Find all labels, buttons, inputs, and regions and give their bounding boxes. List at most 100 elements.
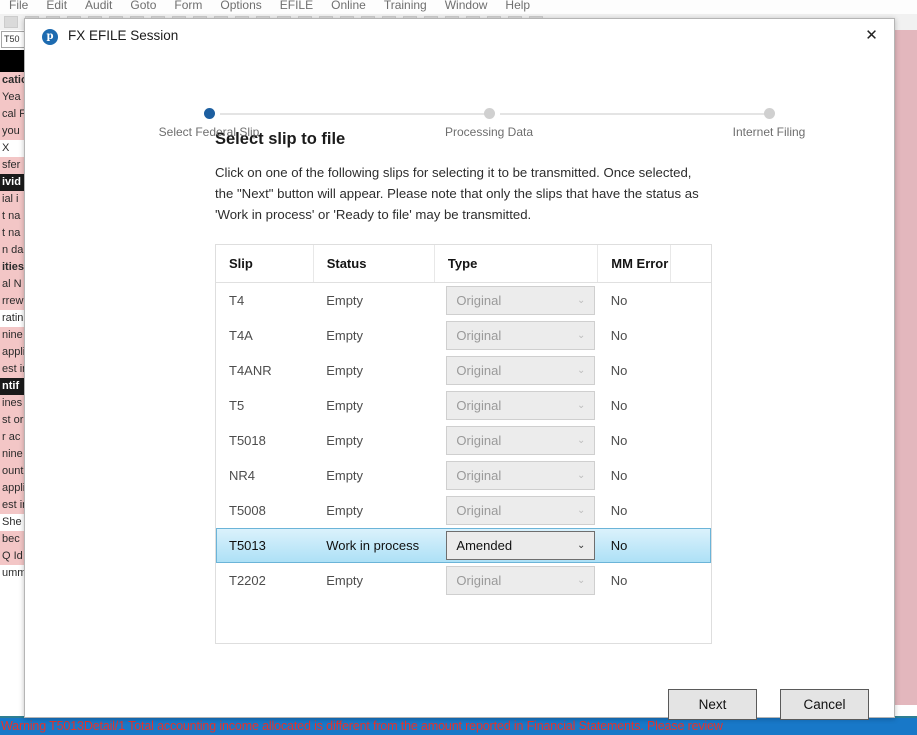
left-form-row: al N [0, 276, 27, 293]
type-dropdown-value: Original [456, 573, 502, 588]
left-form-row: appli [0, 480, 27, 497]
step-dot-2 [483, 108, 495, 119]
menu-item-form[interactable]: Form [165, 0, 211, 11]
menu-item-training[interactable]: Training [375, 0, 436, 11]
instructions-text: Click on one of the following slips for … [215, 165, 699, 222]
cell-type: Original ⌄ [434, 563, 597, 598]
cell-type: Original ⌄ [434, 283, 597, 319]
menu-item-window[interactable]: Window [436, 0, 497, 11]
chevron-down-icon: ⌄ [577, 470, 586, 481]
table-row[interactable]: T5018 Empty Original ⌄ No [216, 423, 711, 458]
type-dropdown-value: Original [456, 293, 502, 308]
chevron-down-icon: ⌄ [577, 435, 586, 446]
column-header-slip[interactable]: Slip [216, 245, 314, 283]
menu-item-edit[interactable]: Edit [37, 0, 76, 11]
cell-type: Original ⌄ [434, 493, 597, 528]
slips-table: Slip Status Type MM Error T4 Empty Origina… [216, 245, 711, 598]
cell-spacer [671, 353, 711, 388]
type-dropdown: Original ⌄ [446, 566, 596, 595]
form-black-band [0, 50, 27, 72]
slips-table-container[interactable]: Slip Status Type MM Error T4 Empty Origina… [215, 244, 712, 644]
left-form-row: umm [0, 565, 27, 582]
stepper-connector-2 [500, 113, 769, 115]
cell-mm-error: No [610, 363, 628, 378]
column-header-status[interactable]: Status [313, 245, 435, 283]
type-dropdown-value: Original [456, 503, 502, 518]
type-dropdown: Original ⌄ [446, 356, 596, 385]
warning-status-bar[interactable]: Warning T5013Detail/1 Total accounting i… [0, 718, 917, 735]
cell-slip: T5 [229, 398, 245, 413]
cell-spacer [671, 493, 711, 528]
slips-table-body: T4 Empty Original ⌄ No T4A Empty Original ⌄ No T4A… [216, 283, 711, 599]
step-select-federal-slip[interactable]: Select Federal Slip [109, 57, 309, 139]
left-form-row: ntif [0, 378, 27, 395]
table-row[interactable]: NR4 Empty Original ⌄ No [216, 458, 711, 493]
table-row[interactable]: T5013 Work in process Amended ⌄ No [216, 528, 711, 563]
table-row[interactable]: T4A Empty Original ⌄ No [216, 318, 711, 353]
cell-type: Original ⌄ [434, 458, 597, 493]
menu-item-options[interactable]: Options [211, 0, 270, 11]
dialog-title: FX EFILE Session [68, 28, 179, 43]
type-dropdown-value: Amended [456, 538, 513, 553]
table-row[interactable]: T4 Empty Original ⌄ No [216, 283, 711, 319]
dialog-footer: Next Cancel [25, 674, 894, 720]
cell-slip: T2202 [229, 573, 266, 588]
left-form-row: sfer [0, 157, 27, 174]
menu-item-help[interactable]: Help [496, 0, 539, 11]
left-form-row: ount [0, 463, 27, 480]
left-form-row: She [0, 514, 27, 531]
cell-status: Empty [326, 433, 364, 448]
column-header-type[interactable]: Type [434, 245, 599, 283]
left-form-row: ines [0, 395, 27, 412]
cell-mm-error: No [610, 398, 628, 413]
wizard-stepper: Select Federal Slip Processing Data Inte… [25, 57, 894, 139]
table-row[interactable]: T2202 Empty Original ⌄ No [216, 563, 711, 598]
menu-bar[interactable]: File Edit Audit Goto Form Options EFILE Online T… [0, 0, 917, 15]
menu-item-online[interactable]: Online [322, 0, 375, 11]
cell-status: Empty [326, 573, 364, 588]
left-form-row: n da [0, 242, 27, 259]
cell-status: Empty [326, 398, 364, 413]
cell-mm-error: No [610, 573, 628, 588]
toolbar-icon[interactable] [4, 16, 18, 28]
step-label-2: Processing Data [444, 125, 534, 139]
cell-spacer [671, 318, 711, 353]
left-form-row: Q Id [0, 548, 27, 565]
cell-slip: T5008 [229, 503, 266, 518]
cancel-button[interactable]: Cancel [780, 689, 869, 720]
column-header-mm-error[interactable]: MM Error [597, 245, 672, 283]
left-form-row: bec [0, 531, 27, 548]
left-form-row: t na [0, 208, 27, 225]
left-form-row: nine [0, 327, 27, 344]
stepper-connector-1 [220, 113, 489, 115]
type-dropdown-value: Original [456, 433, 502, 448]
table-row[interactable]: T4ANR Empty Original ⌄ No [216, 353, 711, 388]
left-form-row: est in [0, 361, 27, 378]
menu-item-efile[interactable]: EFILE [271, 0, 322, 11]
table-row[interactable]: T5 Empty Original ⌄ No [216, 388, 711, 423]
step-dot-3 [763, 108, 775, 119]
menu-item-goto[interactable]: Goto [121, 0, 165, 11]
menu-item-audit[interactable]: Audit [76, 0, 121, 11]
warning-message: Warning T5013Detail/1 Total accounting i… [1, 719, 723, 733]
app-logo-icon: p [42, 29, 58, 45]
left-form-row: nine [0, 446, 27, 463]
form-selector-combo[interactable]: T50 [1, 31, 26, 48]
next-button[interactable]: Next [668, 689, 757, 720]
type-dropdown-value: Original [456, 363, 502, 378]
left-form-row: ities [0, 259, 27, 276]
cell-status: Empty [326, 468, 364, 483]
left-form-row: r ac [0, 429, 27, 446]
left-form-row: rrew [0, 293, 27, 310]
menu-item-file[interactable]: File [0, 0, 37, 11]
cell-slip: T4A [229, 328, 253, 343]
type-dropdown: Original ⌄ [446, 496, 596, 525]
type-dropdown[interactable]: Amended ⌄ [446, 531, 596, 560]
cell-spacer [671, 388, 711, 423]
close-icon[interactable]: ✕ [849, 19, 894, 53]
left-form-row: ial i [0, 191, 27, 208]
chevron-down-icon: ⌄ [577, 540, 586, 551]
cell-status: Empty [326, 363, 364, 378]
dialog-title-bar: p FX EFILE Session ✕ [25, 19, 894, 55]
table-row[interactable]: T5008 Empty Original ⌄ No [216, 493, 711, 528]
